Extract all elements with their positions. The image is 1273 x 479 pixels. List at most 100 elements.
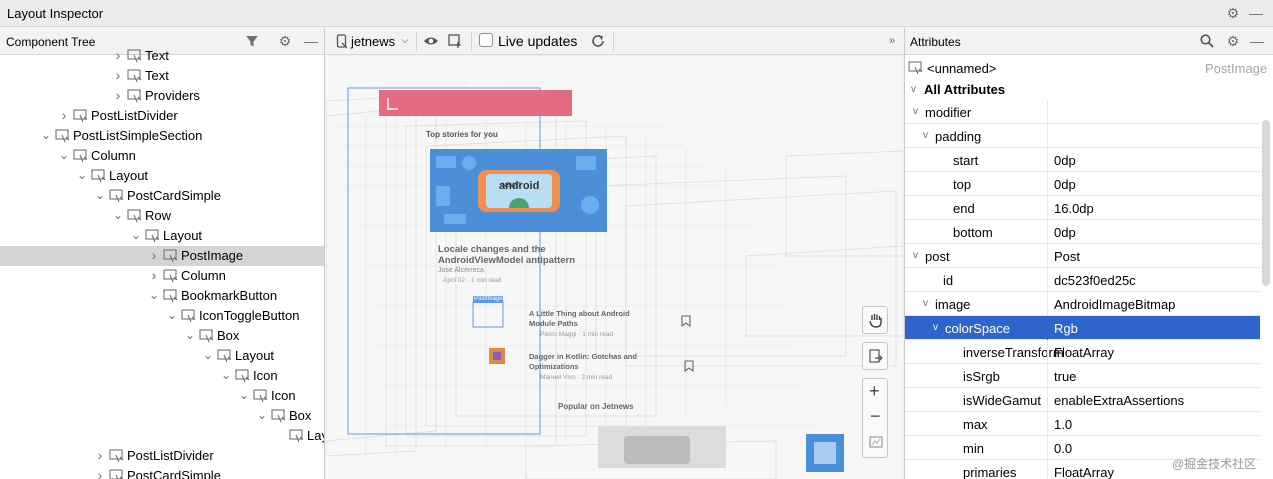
device-icon bbox=[336, 34, 348, 49]
tree-node[interactable]: ⌄ PostListSimpleSection bbox=[0, 126, 324, 146]
chevron-down-icon[interactable]: ⌄ bbox=[166, 308, 178, 322]
tree-node[interactable]: › PostCardSimple bbox=[0, 466, 324, 479]
tree-node[interactable]: › PostImage bbox=[0, 246, 324, 266]
tree-node[interactable]: ⌄ Layout bbox=[0, 346, 324, 366]
expand-icon[interactable]: » bbox=[889, 35, 895, 47]
chevron-down-icon[interactable]: ⌄ bbox=[130, 228, 142, 242]
all-attributes-section[interactable]: v All Attributes bbox=[905, 80, 1273, 100]
chevron-down-icon[interactable]: v bbox=[923, 130, 928, 141]
tree-node[interactable]: ⌄ Layout bbox=[0, 166, 324, 186]
tree-node[interactable]: › Text bbox=[0, 46, 324, 66]
attribute-row[interactable]: id dc523f0ed25c bbox=[905, 268, 1260, 292]
minimize-icon[interactable]: — bbox=[1248, 5, 1264, 21]
attribute-row[interactable]: v image AndroidImageBitmap bbox=[905, 292, 1260, 316]
attribute-value: true bbox=[1054, 369, 1077, 384]
tree-node[interactable]: › Text bbox=[0, 66, 324, 86]
column-divider bbox=[1047, 364, 1048, 388]
reload-icon[interactable] bbox=[590, 33, 606, 52]
chevron-right-icon[interactable]: › bbox=[94, 447, 106, 463]
chevron-right-icon[interactable]: › bbox=[58, 107, 70, 123]
gear-icon[interactable]: ⚙ bbox=[1225, 33, 1241, 49]
attribute-row[interactable]: start 0dp bbox=[905, 148, 1260, 172]
snapshot-button[interactable] bbox=[862, 342, 888, 370]
compose-node-icon bbox=[289, 429, 304, 443]
attribute-row[interactable]: isSrgb true bbox=[905, 364, 1260, 388]
compose-node-icon bbox=[109, 449, 124, 463]
tree-node[interactable]: › PostListDivider bbox=[0, 106, 324, 126]
attribute-key: min bbox=[963, 441, 984, 456]
attribute-row[interactable]: v colorSpace Rgb bbox=[905, 316, 1260, 340]
chevron-down-icon: v bbox=[911, 84, 916, 95]
chevron-down-icon[interactable]: v bbox=[913, 250, 918, 261]
tree-node[interactable]: ⌄ Box bbox=[0, 406, 324, 426]
gear-icon[interactable]: ⚙ bbox=[1225, 5, 1241, 21]
minimize-icon[interactable]: — bbox=[1249, 33, 1265, 49]
chevron-down-icon[interactable]: v bbox=[913, 106, 918, 117]
refresh-layout-icon[interactable] bbox=[447, 33, 463, 52]
attribute-row[interactable]: bottom 0dp bbox=[905, 220, 1260, 244]
attribute-row[interactable]: inverseTransform FloatArray bbox=[905, 340, 1260, 364]
chevron-down-icon[interactable]: ⌄ bbox=[202, 348, 214, 362]
chevron-right-icon[interactable]: › bbox=[112, 87, 124, 103]
attribute-row[interactable]: isWideGamut enableExtraAssertions bbox=[905, 388, 1260, 412]
chevron-right-icon[interactable]: › bbox=[148, 247, 160, 263]
chevron-down-icon[interactable]: ⌵ bbox=[401, 35, 409, 46]
attribute-row[interactable]: v padding bbox=[905, 124, 1260, 148]
fit-screen-icon[interactable] bbox=[869, 436, 883, 451]
eye-icon[interactable] bbox=[423, 34, 439, 51]
component-tree-panel: Component Tree ⚙ — › Text › Text › Providers ›… bbox=[0, 28, 325, 479]
tree-node[interactable]: ⌄ Layout bbox=[0, 226, 324, 246]
tree-node[interactable]: ⌄ Row bbox=[0, 206, 324, 226]
chevron-down-icon[interactable]: ⌄ bbox=[238, 388, 250, 402]
attribute-key: top bbox=[953, 177, 972, 192]
layout-canvas[interactable]: Jetnews Top stories for you NEW 7 androi… bbox=[326, 56, 903, 479]
preview-post2-title-1: Dagger in Kotlin: Gotchas and bbox=[529, 352, 637, 361]
attribute-key: padding bbox=[935, 129, 982, 144]
chevron-down-icon[interactable]: ⌄ bbox=[220, 368, 232, 382]
column-divider bbox=[1047, 316, 1048, 340]
device-selector[interactable]: jetnews bbox=[351, 34, 395, 49]
tree-node[interactable]: ⌄ Box bbox=[0, 326, 324, 346]
chevron-down-icon[interactable]: ⌄ bbox=[148, 288, 160, 302]
tree-node[interactable]: Layout bbox=[0, 426, 324, 446]
zoom-out-button[interactable]: − bbox=[870, 406, 881, 427]
tree-node-label: Box bbox=[289, 408, 312, 423]
chevron-right-icon[interactable]: › bbox=[148, 267, 160, 283]
chevron-down-icon[interactable]: ⌄ bbox=[76, 168, 88, 182]
attribute-row[interactable]: max 1.0 bbox=[905, 412, 1260, 436]
zoom-in-button[interactable]: + bbox=[869, 381, 880, 402]
all-attributes-label: All Attributes bbox=[924, 82, 1006, 97]
attribute-row[interactable]: end 16.0dp bbox=[905, 196, 1260, 220]
tree-node[interactable]: › PostListDivider bbox=[0, 446, 324, 466]
tree-node[interactable]: ⌄ Column bbox=[0, 146, 324, 166]
search-icon[interactable] bbox=[1199, 33, 1215, 49]
tree-node[interactable]: ⌄ Icon bbox=[0, 366, 324, 386]
attribute-value: 0.0 bbox=[1054, 441, 1073, 456]
attribute-row[interactable]: v modifier bbox=[905, 100, 1260, 124]
pan-button[interactable] bbox=[862, 306, 888, 334]
chevron-down-icon[interactable]: v bbox=[923, 298, 928, 309]
chevron-down-icon[interactable]: ⌄ bbox=[256, 408, 268, 422]
attribute-key: end bbox=[953, 201, 975, 216]
attribute-row[interactable]: v post Post bbox=[905, 244, 1260, 268]
chevron-right-icon[interactable]: › bbox=[94, 467, 106, 479]
tree-node[interactable]: › Providers bbox=[0, 86, 324, 106]
tree-node[interactable]: › Column bbox=[0, 266, 324, 286]
scrollbar[interactable] bbox=[1262, 120, 1270, 286]
tree-node[interactable]: ⌄ IconToggleButton bbox=[0, 306, 324, 326]
preview-hero-brand: android bbox=[499, 180, 540, 192]
chevron-down-icon[interactable]: ⌄ bbox=[58, 148, 70, 162]
chevron-down-icon[interactable]: ⌄ bbox=[112, 208, 124, 222]
tree-node[interactable]: ⌄ PostCardSimple bbox=[0, 186, 324, 206]
live-updates-checkbox[interactable] bbox=[479, 33, 493, 47]
chevron-right-icon[interactable]: › bbox=[112, 47, 124, 63]
attribute-row[interactable]: top 0dp bbox=[905, 172, 1260, 196]
tree-node[interactable]: ⌄ Icon bbox=[0, 386, 324, 406]
tree-node[interactable]: ⌄ BookmarkButton bbox=[0, 286, 324, 306]
chevron-down-icon[interactable]: ⌄ bbox=[94, 188, 106, 202]
chevron-down-icon[interactable]: v bbox=[933, 322, 938, 333]
preview-section-popular: Popular on Jetnews bbox=[558, 402, 634, 411]
chevron-down-icon[interactable]: ⌄ bbox=[184, 328, 196, 342]
chevron-right-icon[interactable]: › bbox=[112, 67, 124, 83]
chevron-down-icon[interactable]: ⌄ bbox=[40, 128, 52, 142]
